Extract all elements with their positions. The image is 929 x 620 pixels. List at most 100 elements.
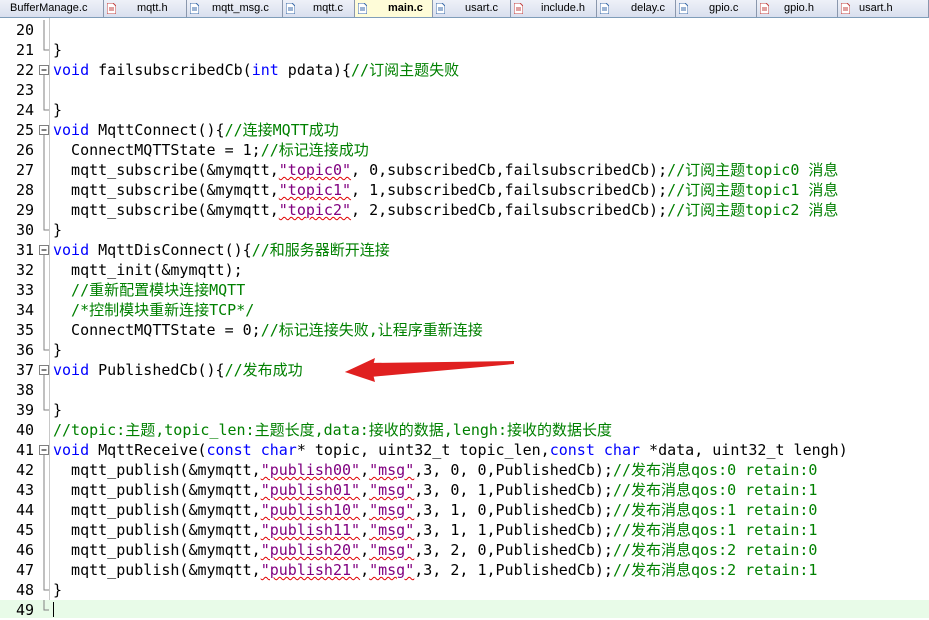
fold-end-icon: [43, 100, 49, 111]
line-number: 20: [15, 21, 34, 39]
fold-collapse-icon[interactable]: [39, 120, 49, 140]
fold-guide-icon: [43, 540, 45, 560]
file-tab-bar: BufferManage.c mqtt.h mqtt_msg.c mqtt.c …: [0, 0, 929, 18]
line-number: 29: [15, 201, 34, 219]
tab-main-c[interactable]: main.c: [355, 0, 433, 17]
code-line[interactable]: 40 //topic:主题,topic_len:主题长度,data:接收的数据,…: [0, 420, 929, 440]
code-text: }: [53, 101, 63, 119]
fold-guide-icon: [43, 280, 45, 300]
code-text: void PublishedCb(){//发布成功: [53, 361, 303, 379]
code-line[interactable]: 38: [0, 380, 929, 400]
line-number: 30: [15, 221, 34, 239]
code-line[interactable]: 45 mqtt_publish(&mymqtt,"publish11","msg…: [0, 520, 929, 540]
line-number: 43: [15, 481, 34, 499]
code-line[interactable]: 42 mqtt_publish(&mymqtt,"publish00","msg…: [0, 460, 929, 480]
fold-guide-icon: [43, 140, 45, 160]
tab-delay-c[interactable]: delay.c: [597, 0, 676, 17]
line-number: 31: [15, 241, 34, 259]
code-text: void MqttReceive(const char* topic, uint…: [53, 441, 848, 459]
fold-guide-icon: [43, 460, 45, 480]
c-file-icon: [190, 3, 199, 14]
code-line[interactable]: 44 mqtt_publish(&mymqtt,"publish10","msg…: [0, 500, 929, 520]
line-number: 21: [15, 41, 34, 59]
line-number: 33: [15, 281, 34, 299]
fold-guide-icon: [43, 380, 45, 400]
line-number: 24: [15, 101, 34, 119]
tab-gpio-c[interactable]: gpio.c: [676, 0, 757, 17]
line-number: 34: [15, 301, 34, 319]
fold-guide-icon: [43, 180, 45, 200]
code-line[interactable]: 33 //重新配置模块连接MQTT: [0, 280, 929, 300]
code-line[interactable]: 25 void MqttConnect(){//连接MQTT成功: [0, 120, 929, 140]
code-line[interactable]: 26 ConnectMQTTState = 1;//标记连接成功: [0, 140, 929, 160]
fold-guide-icon: [43, 520, 45, 540]
tab-mqtt-c[interactable]: mqtt.c: [283, 0, 355, 17]
tab-include-h[interactable]: include.h: [511, 0, 597, 17]
tab-label: BufferManage.c: [10, 2, 88, 14]
line-number: 23: [15, 81, 34, 99]
code-line[interactable]: 28 mqtt_subscribe(&mymqtt,"topic1", 1,su…: [0, 180, 929, 200]
tab-mqtt-msg-c[interactable]: mqtt_msg.c: [187, 0, 283, 17]
text-cursor: [53, 602, 54, 617]
code-line[interactable]: 43 mqtt_publish(&mymqtt,"publish01","msg…: [0, 480, 929, 500]
c-file-icon: [600, 3, 609, 14]
fold-guide-icon: [43, 560, 45, 580]
code-line[interactable]: 20: [0, 20, 929, 40]
c-file-icon: [436, 3, 445, 14]
code-line[interactable]: 35 ConnectMQTTState = 0;//标记连接失败,让程序重新连接: [0, 320, 929, 340]
fold-collapse-icon[interactable]: [39, 360, 49, 380]
fold-collapse-icon[interactable]: [39, 440, 49, 460]
tab-label: usart.c: [465, 2, 499, 14]
tab-usart-h[interactable]: usart.h: [838, 0, 929, 17]
tab-buffermanage-c[interactable]: BufferManage.c: [0, 0, 104, 17]
code-line[interactable]: 47 mqtt_publish(&mymqtt,"publish21","msg…: [0, 560, 929, 580]
line-number: 25: [15, 121, 34, 139]
code-editor[interactable]: 20 21 } 22 void failsubscribedCb(int pda…: [0, 18, 929, 619]
fold-guide-icon: [43, 500, 45, 520]
code-text: void MqttDisConnect(){//和服务器断开连接: [53, 241, 390, 259]
code-line[interactable]: 31 void MqttDisConnect(){//和服务器断开连接: [0, 240, 929, 260]
tab-usart-c[interactable]: usart.c: [433, 0, 511, 17]
line-number: 46: [15, 541, 34, 559]
code-text: }: [53, 581, 63, 599]
tab-label: mqtt.h: [137, 2, 168, 14]
code-line[interactable]: 30 }: [0, 220, 929, 240]
code-line[interactable]: 24 }: [0, 100, 929, 120]
fold-end-icon: [43, 220, 49, 231]
code-line[interactable]: 34 /*控制模块重新连接TCP*/: [0, 300, 929, 320]
code-line[interactable]: 27 mqtt_subscribe(&mymqtt,"topic0", 0,su…: [0, 160, 929, 180]
code-line[interactable]: 37 void PublishedCb(){//发布成功: [0, 360, 929, 380]
code-line[interactable]: 39 }: [0, 400, 929, 420]
code-line[interactable]: 41 void MqttReceive(const char* topic, u…: [0, 440, 929, 460]
code-text: mqtt_subscribe(&mymqtt,"topic2", 2,subsc…: [53, 201, 839, 219]
fold-guide-icon: [43, 260, 45, 280]
h-file-icon: [760, 3, 769, 14]
line-number: 37: [15, 361, 34, 379]
code-line[interactable]: 22 void failsubscribedCb(int pdata){//订阅…: [0, 60, 929, 80]
code-text: }: [53, 221, 63, 239]
code-line[interactable]: 23: [0, 80, 929, 100]
code-text: mqtt_subscribe(&mymqtt,"topic1", 1,subsc…: [53, 181, 839, 199]
code-line[interactable]: 46 mqtt_publish(&mymqtt,"publish20","msg…: [0, 540, 929, 560]
line-number: 47: [15, 561, 34, 579]
code-text: mqtt_init(&mymqtt);: [53, 261, 243, 279]
code-line[interactable]: 32 mqtt_init(&mymqtt);: [0, 260, 929, 280]
code-line[interactable]: 36 }: [0, 340, 929, 360]
code-text: mqtt_publish(&mymqtt,"publish01","msg",3…: [53, 481, 818, 499]
line-number: 40: [15, 421, 34, 439]
code-text: mqtt_publish(&mymqtt,"publish21","msg",3…: [53, 561, 818, 579]
code-line[interactable]: 29 mqtt_subscribe(&mymqtt,"topic2", 2,su…: [0, 200, 929, 220]
fold-end-icon: [43, 400, 49, 411]
code-text: mqtt_subscribe(&mymqtt,"topic0", 0,subsc…: [53, 161, 839, 179]
code-line[interactable]: 48 }: [0, 580, 929, 600]
current-code-line[interactable]: 49: [0, 600, 929, 619]
tab-gpio-h[interactable]: gpio.h: [757, 0, 838, 17]
line-number: 45: [15, 521, 34, 539]
tab-mqtt-h[interactable]: mqtt.h: [104, 0, 187, 17]
code-text: /*控制模块重新连接TCP*/: [53, 301, 255, 319]
line-number: 28: [15, 181, 34, 199]
fold-collapse-icon[interactable]: [39, 60, 49, 80]
code-line[interactable]: 21 }: [0, 40, 929, 60]
code-text: }: [53, 41, 63, 59]
fold-collapse-icon[interactable]: [39, 240, 49, 260]
